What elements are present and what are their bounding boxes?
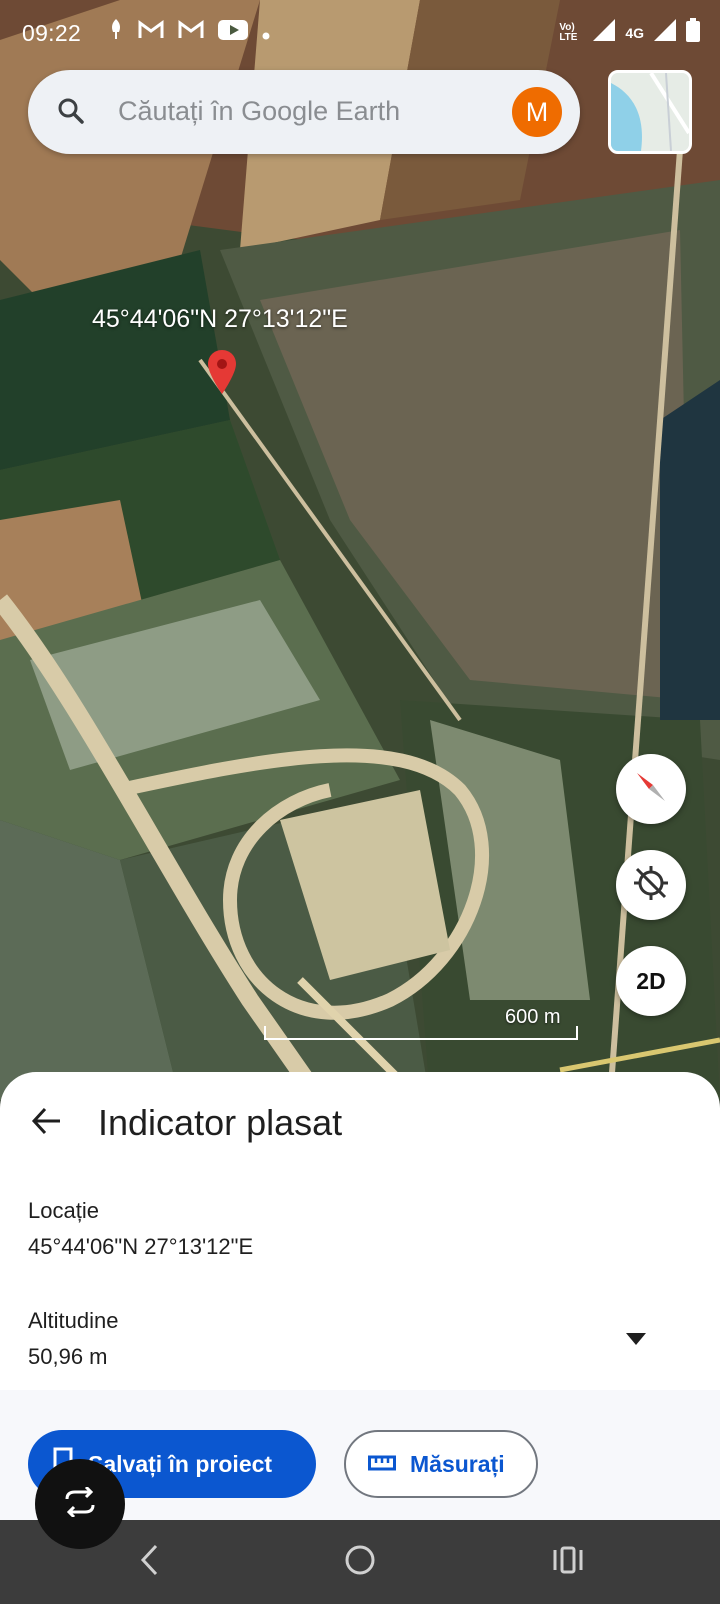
battery-icon xyxy=(686,18,700,48)
scale-bar xyxy=(264,1026,578,1040)
compass-icon xyxy=(631,767,671,812)
pin-coordinates-label: 45°44'06"N 27°13'12"E xyxy=(92,305,348,333)
back-arrow-icon[interactable] xyxy=(30,1104,64,1143)
gmail-icon xyxy=(138,19,164,46)
location-pin-icon[interactable] xyxy=(208,350,236,399)
altitude-value: 50,96 m xyxy=(28,1344,108,1369)
save-to-project-label: Salvați în proiect xyxy=(88,1450,273,1477)
search-input[interactable]: Căutați în Google Earth xyxy=(118,96,400,127)
compass-button[interactable] xyxy=(616,754,686,824)
location-value: 45°44'06"N 27°13'12"E xyxy=(28,1234,254,1259)
notification-icons xyxy=(108,18,270,46)
notification-app-icon xyxy=(108,18,124,46)
rotate-icon xyxy=(63,1485,97,1522)
search-bar[interactable]: Căutați în Google Earth M xyxy=(28,70,580,154)
measure-button[interactable]: Măsurați xyxy=(344,1430,538,1498)
satellite-map[interactable] xyxy=(0,0,720,1100)
rotate-screen-button[interactable] xyxy=(35,1459,125,1549)
network-type: 4G xyxy=(625,25,644,41)
my-location-button[interactable] xyxy=(616,850,686,920)
placed-pin-sheet: Indicator plasat Locație 45°44'06"N 27°1… xyxy=(0,1072,720,1520)
ruler-icon xyxy=(368,1451,396,1478)
nav-recents-icon[interactable] xyxy=(552,1542,584,1583)
gmail-icon xyxy=(178,19,204,46)
status-time: 09:22 xyxy=(22,20,82,46)
signal-icon xyxy=(593,19,616,47)
signal-icon xyxy=(654,19,676,47)
avatar[interactable]: M xyxy=(512,87,562,137)
search-icon xyxy=(56,96,86,131)
sheet-title: Indicator plasat xyxy=(98,1102,343,1143)
altitude-label: Altitudine xyxy=(28,1308,119,1333)
system-icons: Vo) LTE 4G xyxy=(559,18,700,48)
view-2d-toggle[interactable]: 2D xyxy=(616,946,686,1016)
youtube-icon xyxy=(218,19,248,46)
status-bar: 09:22 Vo) LTE 4G xyxy=(0,0,720,68)
nav-back-icon[interactable] xyxy=(138,1542,162,1583)
chevron-down-icon[interactable] xyxy=(626,1332,646,1350)
location-label: Locație xyxy=(28,1198,99,1223)
map-style-thumbnail[interactable] xyxy=(608,70,692,154)
location-off-icon xyxy=(631,863,671,908)
dot-icon xyxy=(262,19,270,46)
measure-label: Măsurați xyxy=(410,1450,505,1477)
nav-home-icon[interactable] xyxy=(342,1542,378,1583)
volte-icon: Vo) LTE xyxy=(559,22,578,43)
